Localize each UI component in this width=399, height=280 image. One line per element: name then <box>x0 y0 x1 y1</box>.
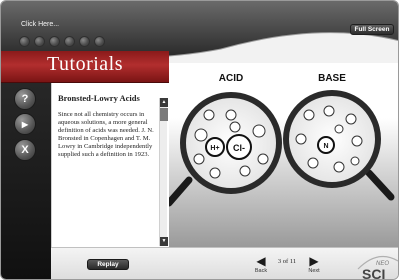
panel-heading: Bronsted-Lowry Acids <box>58 93 140 103</box>
close-icon: X <box>21 144 29 156</box>
neosci-logo: NEO SCI <box>356 251 398 280</box>
nav-dot[interactable] <box>34 36 45 47</box>
help-button[interactable]: ? <box>14 88 36 110</box>
play-button[interactable]: ▶ <box>14 113 36 135</box>
tutorials-title: Tutorials <box>47 53 124 75</box>
acid-label: ACID <box>219 73 243 84</box>
panel-scrollbar[interactable]: ▲ ▼ <box>159 98 168 246</box>
play-icon: ▶ <box>21 119 29 129</box>
nav-dot[interactable] <box>19 36 30 47</box>
tutorial-text-panel: Bronsted-Lowry Acids Since not all chemi… <box>51 83 169 247</box>
nav-dot[interactable] <box>94 36 105 47</box>
close-button[interactable]: X <box>14 139 36 161</box>
logo-mark: NEO SCI <box>357 255 398 280</box>
panel-body-text: Since not all chemistry occurs in aqueou… <box>58 111 154 158</box>
back-label: Back <box>254 268 268 274</box>
acid-h-ion-text: H+ <box>210 145 219 152</box>
next-arrow-icon: ▶ <box>309 254 319 268</box>
scroll-up-icon[interactable]: ▲ <box>160 98 168 107</box>
next-button[interactable]: ▶ Next <box>304 254 324 278</box>
nav-dot[interactable] <box>64 36 75 47</box>
base-label: BASE <box>318 73 346 84</box>
navigation-dots <box>19 36 105 47</box>
replay-button[interactable]: Replay <box>87 259 129 270</box>
scroll-thumb[interactable] <box>160 108 168 121</box>
illustration-svg: ACID BASE Cl- H+ N <box>165 73 398 247</box>
back-button[interactable]: ◀ Back <box>251 254 271 278</box>
nav-dot[interactable] <box>79 36 90 47</box>
scroll-down-icon[interactable]: ▼ <box>160 237 168 246</box>
acid-cl-ion-text: Cl- <box>233 143 245 153</box>
logo-line2: SCI <box>362 266 385 280</box>
acid-base-illustration: ACID BASE Cl- H+ N <box>165 63 398 247</box>
page-indicator: 3 of 11 <box>277 258 297 265</box>
click-here-link[interactable]: Click Here... <box>21 21 59 28</box>
fullscreen-button[interactable]: Full Screen <box>350 24 394 35</box>
base-n-ion-text: N <box>323 143 328 150</box>
nav-dot[interactable] <box>49 36 60 47</box>
question-icon: ? <box>21 93 29 105</box>
next-label: Next <box>308 268 320 274</box>
back-arrow-icon: ◀ <box>256 254 266 268</box>
app-window: Click Here... Full Screen Tutorials ? ▶ … <box>0 0 399 280</box>
